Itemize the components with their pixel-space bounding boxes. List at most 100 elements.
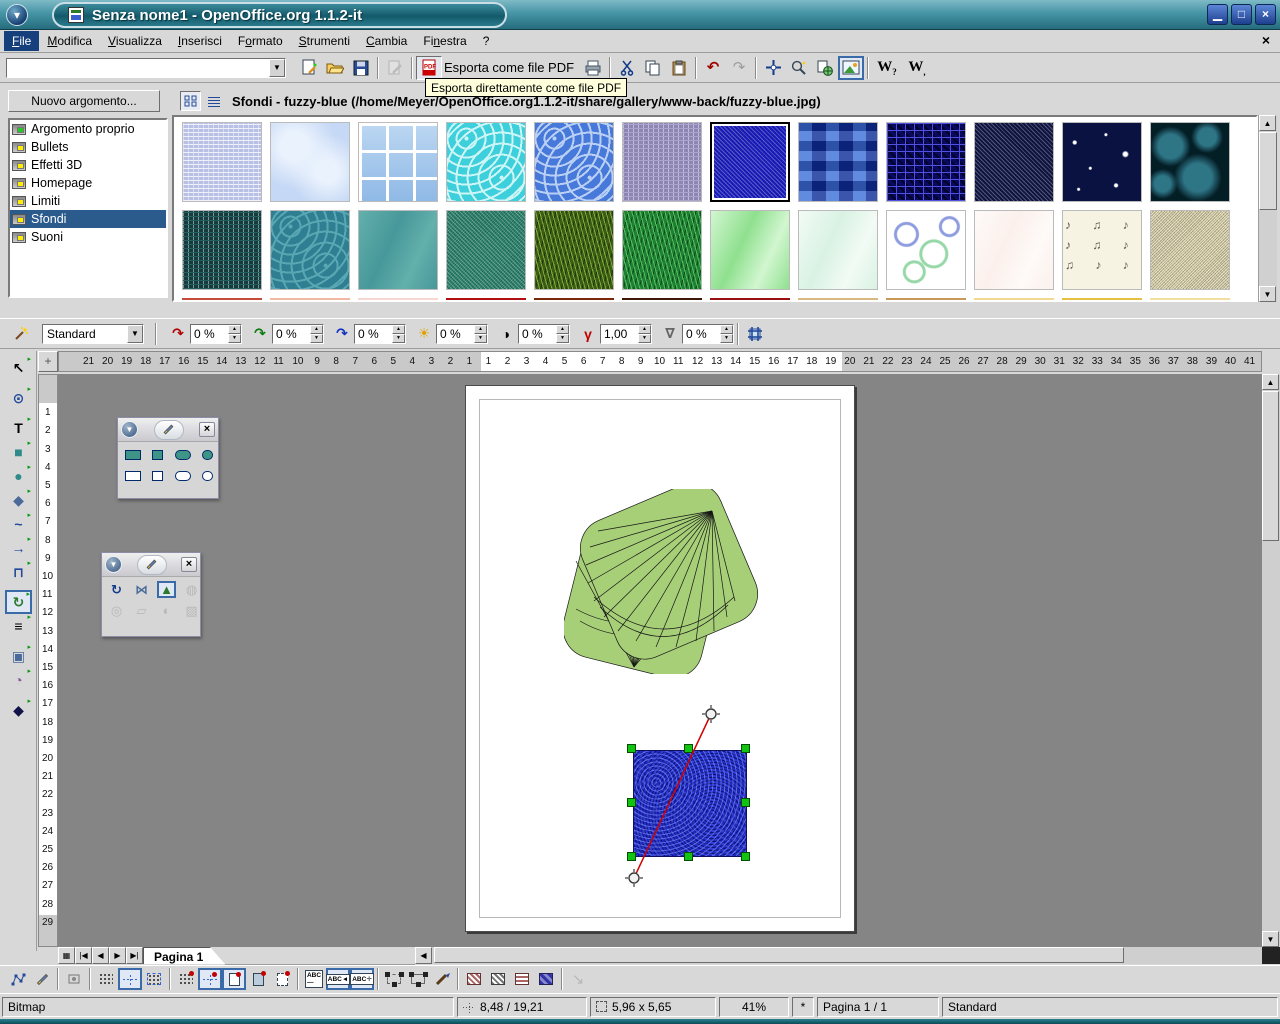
scrollbar-thumb[interactable] bbox=[1262, 391, 1279, 541]
gallery-button[interactable] bbox=[838, 56, 864, 80]
spin-buttons[interactable]: ▲▼ bbox=[392, 325, 405, 343]
spin-buttons[interactable]: ▲▼ bbox=[556, 325, 569, 343]
option-select-text-area[interactable]: ABC◄ bbox=[326, 968, 350, 990]
menu-strumenti[interactable]: Strumenti bbox=[291, 31, 358, 51]
url-input[interactable] bbox=[7, 59, 269, 77]
effects-floating-toolbar[interactable]: ▼ × ↻⋈▲◍◎▱◐▨ bbox=[101, 552, 201, 637]
shape-rounded-rectangle-outline[interactable] bbox=[173, 467, 192, 484]
menu-cambia[interactable]: Cambia bbox=[358, 31, 415, 51]
option-quick-edit[interactable]: ABC— bbox=[302, 968, 326, 990]
scrollbar-thumb[interactable] bbox=[434, 947, 1124, 963]
gallery-thumbnail-paper-pale-pink[interactable] bbox=[974, 210, 1054, 290]
scroll-left-arrow[interactable]: ◀ bbox=[415, 947, 432, 964]
ruler-origin-box[interactable] bbox=[38, 351, 58, 372]
vertical-scrollbar[interactable]: ▲ ▼ bbox=[1262, 374, 1280, 947]
gallery-thumbnail-water-blue[interactable] bbox=[534, 122, 614, 202]
gallery-theme-argomento-proprio[interactable]: Argomento proprio bbox=[10, 120, 166, 138]
spin-down-arrow[interactable]: ▼ bbox=[228, 334, 241, 343]
menu-modifica[interactable]: Modifica bbox=[39, 31, 100, 51]
option-rotation-mode[interactable] bbox=[30, 968, 54, 990]
palette-title-bar[interactable]: ▼ × bbox=[102, 553, 200, 577]
gallery-thumbnail-partial[interactable] bbox=[534, 298, 614, 302]
spin-down-arrow[interactable]: ▼ bbox=[720, 334, 733, 343]
open-button[interactable] bbox=[322, 56, 348, 80]
gallery-thumbnail-fuzzy-blue[interactable] bbox=[710, 122, 790, 202]
tool-effects[interactable]: ↻ bbox=[5, 590, 32, 614]
gallery-thumbnail-circuit-dark-blue[interactable] bbox=[886, 122, 966, 202]
copy-online-button[interactable] bbox=[812, 56, 838, 80]
menu-?[interactable]: ? bbox=[475, 31, 498, 51]
spin-up-arrow[interactable]: ▲ bbox=[310, 325, 323, 334]
brightness-value[interactable]: 0 % bbox=[437, 325, 474, 343]
gallery-thumbnail-partial[interactable] bbox=[358, 298, 438, 302]
palette-close-button[interactable]: × bbox=[181, 557, 197, 572]
tool-objects-3d[interactable]: ◆ bbox=[5, 488, 32, 512]
option-large-handles[interactable] bbox=[406, 968, 430, 990]
rectangles-floating-toolbar[interactable]: ▼ × bbox=[117, 417, 219, 499]
spin-up-arrow[interactable]: ▲ bbox=[392, 325, 405, 334]
layer-mode-button[interactable]: ▦ bbox=[58, 947, 75, 964]
gallery-thumbnail-water-aqua[interactable] bbox=[446, 122, 526, 202]
print-button[interactable] bbox=[580, 56, 606, 80]
gallery-thumbnail-sand-beige[interactable] bbox=[1150, 210, 1230, 290]
green-value[interactable]: 0 % bbox=[273, 325, 310, 343]
gallery-thumbnail-partial[interactable] bbox=[1150, 298, 1230, 302]
gallery-thumbnail-partial[interactable] bbox=[710, 298, 790, 302]
spin-up-arrow[interactable]: ▲ bbox=[474, 325, 487, 334]
status-zoom[interactable]: 41% bbox=[719, 997, 789, 1017]
spin-up-arrow[interactable]: ▲ bbox=[638, 325, 651, 334]
spin-up-arrow[interactable]: ▲ bbox=[228, 325, 241, 334]
page-tab[interactable]: Pagina 1 bbox=[143, 947, 225, 964]
gallery-thumbnail-mint-pale[interactable] bbox=[798, 210, 878, 290]
menu-finestra[interactable]: Finestra bbox=[415, 31, 474, 51]
palette-menu-button[interactable]: ▼ bbox=[105, 556, 122, 573]
export-pdf-button[interactable]: PDF bbox=[416, 56, 442, 80]
maximize-button[interactable]: □ bbox=[1231, 4, 1252, 25]
new-document-button[interactable] bbox=[296, 56, 322, 80]
contrast-spinner[interactable]: 0 %▲▼ bbox=[518, 324, 570, 344]
gallery-theme-limiti[interactable]: Limiti bbox=[10, 192, 166, 210]
tool-zoom[interactable]: ⊙ bbox=[5, 386, 32, 410]
tool-text[interactable]: T bbox=[5, 416, 32, 440]
menu-formato[interactable]: Formato bbox=[230, 31, 291, 51]
scroll-down-arrow[interactable]: ▼ bbox=[1259, 286, 1276, 302]
gallery-thumbnail-soft-light-green[interactable] bbox=[710, 210, 790, 290]
status-position[interactable]: 8,48 / 19,21 bbox=[457, 997, 587, 1017]
blue-value[interactable]: 0 % bbox=[355, 325, 392, 343]
graphics-mode-dropdown[interactable]: ▼ bbox=[127, 325, 143, 343]
gallery-thumbnail-partial[interactable] bbox=[182, 298, 262, 302]
gallery-thumbnail-fabric-navy[interactable] bbox=[974, 122, 1054, 202]
menu-inserisci[interactable]: Inserisci bbox=[170, 31, 230, 51]
tool-lines-arrows[interactable]: → bbox=[5, 536, 32, 560]
palette-drag-handle[interactable] bbox=[154, 420, 184, 440]
tool-connector[interactable]: ⊓ bbox=[5, 560, 32, 584]
gallery-thumbnail-fabric-lavender[interactable] bbox=[182, 122, 262, 202]
tab-next-button[interactable]: ▶ bbox=[109, 947, 126, 964]
effect-rotate-3d[interactable]: ▲ bbox=[157, 581, 176, 598]
gallery-thumbnail-partial[interactable] bbox=[1062, 298, 1142, 302]
gallery-thumbnail-music-notes-cream[interactable]: ♪ ♫ ♪ ♪ ♫ ♪ ♫ ♪ ♪ bbox=[1062, 210, 1142, 290]
undo-button[interactable]: ↶ bbox=[700, 56, 726, 80]
gallery-thumbnail-night-sky-stars[interactable] bbox=[1062, 122, 1142, 202]
new-theme-button[interactable]: Nuovo argomento... bbox=[8, 90, 160, 112]
gallery-thumbnail-clouds-light-blue[interactable] bbox=[270, 122, 350, 202]
copy-button[interactable] bbox=[640, 56, 666, 80]
graphics-mode-combobox[interactable]: Standard ▼ bbox=[42, 324, 144, 344]
gallery-thumbnail-partial[interactable] bbox=[798, 298, 878, 302]
page[interactable] bbox=[465, 385, 855, 932]
rotation-axis-line[interactable] bbox=[601, 701, 771, 896]
status-page[interactable]: Pagina 1 / 1 bbox=[817, 997, 939, 1017]
zoom-button[interactable] bbox=[786, 56, 812, 80]
menu-visualizza[interactable]: Visualizza bbox=[100, 31, 170, 51]
spin-down-arrow[interactable]: ▼ bbox=[638, 334, 651, 343]
shape-rectangle-outline[interactable] bbox=[123, 467, 142, 484]
spin-buttons[interactable]: ▲▼ bbox=[720, 325, 733, 343]
tool-arrange[interactable]: ▣ bbox=[5, 644, 32, 668]
gallery-thumbnail-water-teal-drops[interactable] bbox=[270, 210, 350, 290]
gamma-value[interactable]: 1,00 bbox=[601, 325, 638, 343]
tool-insert[interactable]: ◔ bbox=[5, 668, 32, 692]
red-spinner[interactable]: 0 %▲▼ bbox=[190, 324, 242, 344]
palette-title-bar[interactable]: ▼ × bbox=[118, 418, 218, 442]
option-helplines-while-moving[interactable] bbox=[142, 968, 166, 990]
status-size[interactable]: 5,96 x 5,65 bbox=[590, 997, 716, 1017]
